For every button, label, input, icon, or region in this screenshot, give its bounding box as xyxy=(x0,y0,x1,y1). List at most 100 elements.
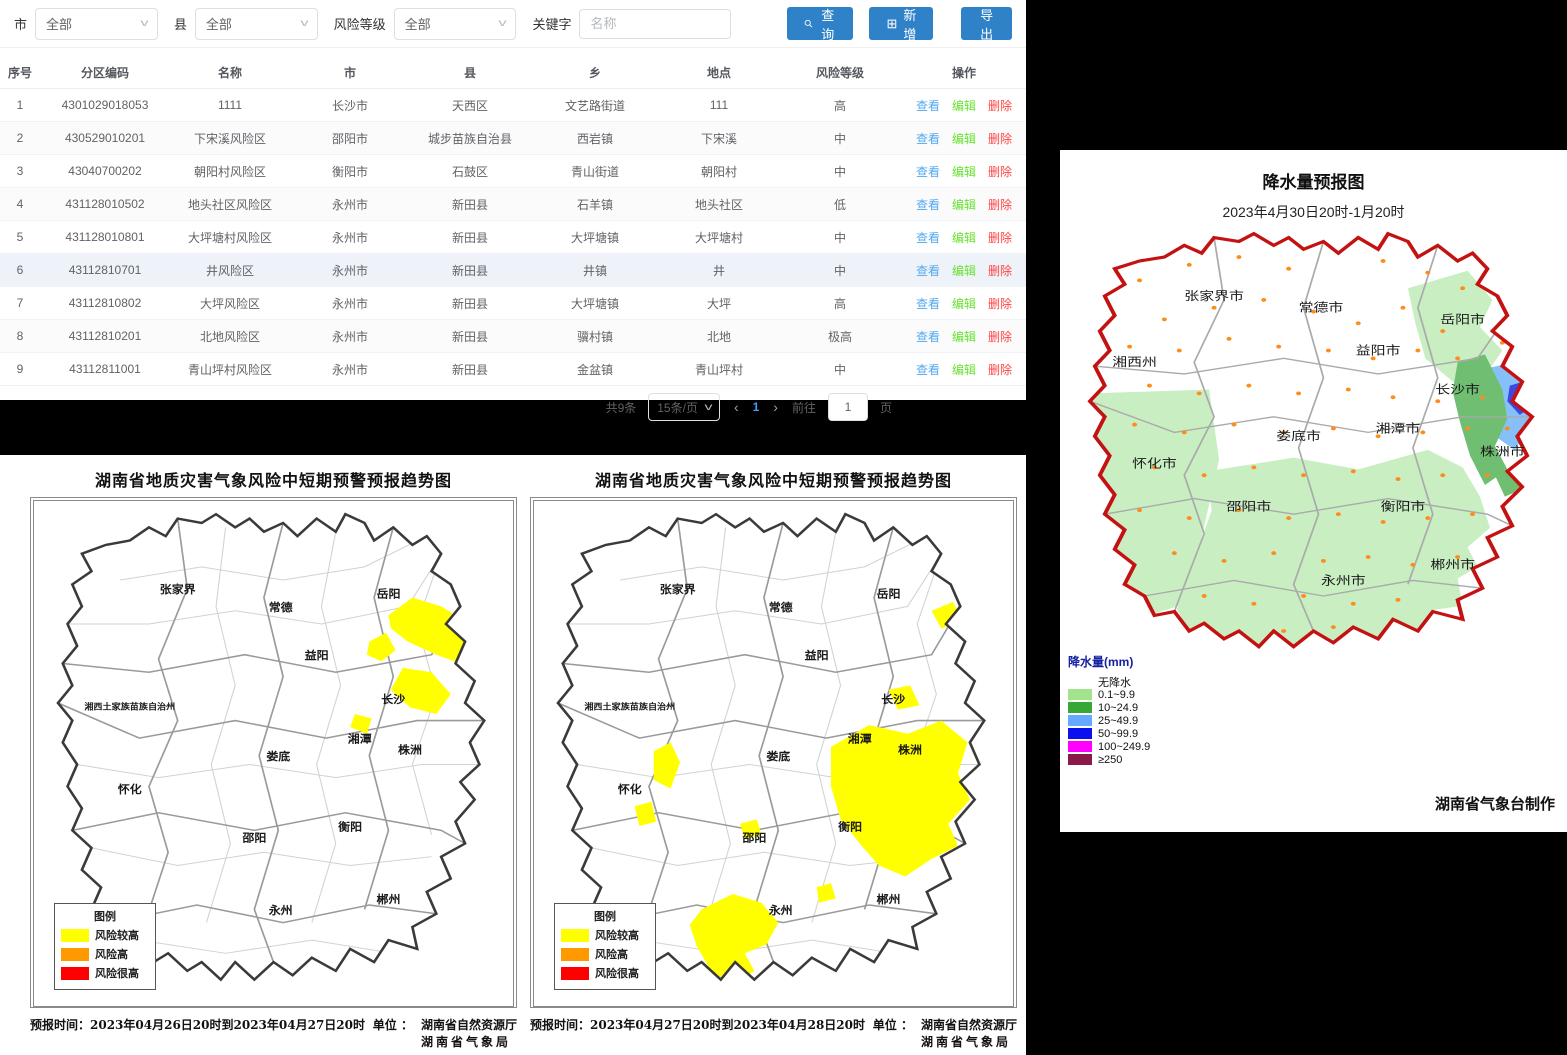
delete-link[interactable]: 删除 xyxy=(988,264,1012,278)
svg-text:益阳: 益阳 xyxy=(305,649,329,662)
table-row[interactable]: 943112811001青山坪村风险区永州市新田县金盆镇青山坪村中查看编辑删除 xyxy=(0,353,1026,386)
edit-link[interactable]: 编辑 xyxy=(952,231,976,245)
next-page-button[interactable]: › xyxy=(771,399,780,415)
table-row[interactable]: 743112810802大坪风险区永州市新田县大坪塘镇大坪高查看编辑删除 xyxy=(0,287,1026,320)
table-row[interactable]: 143010290180531111长沙市天西区文艺路街道111高查看编辑删除 xyxy=(0,89,1026,122)
legend-label: 风险很高 xyxy=(95,965,139,981)
risk-filter-select[interactable]: 全部 v xyxy=(394,8,517,40)
legend-label: 风险高 xyxy=(95,946,128,962)
export-button[interactable]: 导出 xyxy=(961,7,1012,40)
keyword-input[interactable] xyxy=(579,9,731,39)
legend-swatch xyxy=(1068,715,1092,726)
edit-link[interactable]: 编辑 xyxy=(952,264,976,278)
column-header: 乡 xyxy=(530,56,660,89)
edit-link[interactable]: 编辑 xyxy=(952,198,976,212)
view-link[interactable]: 查看 xyxy=(916,165,940,179)
svg-text:长沙: 长沙 xyxy=(881,692,905,705)
svg-text:长沙市: 长沙市 xyxy=(1435,382,1480,396)
edit-link[interactable]: 编辑 xyxy=(952,330,976,344)
legend-swatch xyxy=(561,948,589,961)
edit-link[interactable]: 编辑 xyxy=(952,132,976,146)
legend-swatch xyxy=(561,967,589,980)
table-row[interactable]: 643112810701井风险区永州市新田县井镇井中查看编辑删除 xyxy=(0,254,1026,287)
view-link[interactable]: 查看 xyxy=(916,231,940,245)
edit-link[interactable]: 编辑 xyxy=(952,165,976,179)
view-link[interactable]: 查看 xyxy=(916,297,940,311)
svg-text:邵阳市: 邵阳市 xyxy=(1227,499,1272,513)
legend-label: 10~24.9 xyxy=(1098,702,1138,714)
city-filter-select[interactable]: 全部 v xyxy=(35,8,158,40)
edit-link[interactable]: 编辑 xyxy=(952,363,976,377)
svg-text:娄底: 娄底 xyxy=(266,750,290,763)
forecast-time-2: 预报时间：2023年04月27日20时到2023年04月28日20时 xyxy=(530,1016,865,1050)
column-header: 名称 xyxy=(170,56,290,89)
delete-link[interactable]: 删除 xyxy=(988,198,1012,212)
goto-page-input[interactable] xyxy=(828,393,868,421)
legend-swatch xyxy=(1068,689,1092,700)
view-link[interactable]: 查看 xyxy=(916,363,940,377)
column-header: 操作 xyxy=(902,56,1026,89)
trend-map-2-title: 湖南省地质灾害气象风险中短期预警预报趋势图 xyxy=(530,467,1017,491)
legend-swatch xyxy=(1068,754,1092,765)
filter-bar: 市 全部 v 县 全部 v 风险等级 全部 v 关键字 查询 ⊞ 新增 xyxy=(0,0,1026,48)
risk-filter-label: 风险等级 xyxy=(334,14,386,33)
add-button[interactable]: ⊞ 新增 xyxy=(869,7,933,40)
legend-label: ≥250 xyxy=(1098,754,1122,766)
table-row[interactable]: 343040700202朝阳村风险区衡阳市石鼓区青山街道朝阳村中查看编辑删除 xyxy=(0,155,1026,188)
svg-text:湘潭: 湘潭 xyxy=(848,732,872,745)
delete-link[interactable]: 删除 xyxy=(988,297,1012,311)
unit-line2-1: 湖南省气象局 xyxy=(421,1035,511,1049)
view-link[interactable]: 查看 xyxy=(916,264,940,278)
svg-text:衡阳: 衡阳 xyxy=(838,820,862,833)
view-link[interactable]: 查看 xyxy=(916,132,940,146)
table-row[interactable]: 4431128010502地头社区风险区永州市新田县石羊镇地头社区低查看编辑删除 xyxy=(0,188,1026,221)
column-header: 县 xyxy=(410,56,530,89)
trend-map-2-frame: 岳阳常德张家界湘西土家族苗族自治州益阳长沙湘潭株洲怀化娄底邵阳衡阳永州郴州 图例… xyxy=(530,497,1017,1008)
chevron-down-icon: v xyxy=(704,402,712,413)
rain-map-credit: 湖南省气象台制作 xyxy=(1435,793,1555,814)
delete-link[interactable]: 删除 xyxy=(988,132,1012,146)
current-page[interactable]: 1 xyxy=(753,400,760,414)
delete-link[interactable]: 删除 xyxy=(988,165,1012,179)
svg-text:娄底: 娄底 xyxy=(766,750,790,763)
table-row[interactable]: 2430529010201下宋溪风险区邵阳市城步苗族自治县西岩镇下宋溪中查看编辑… xyxy=(0,122,1026,155)
svg-text:张家界: 张家界 xyxy=(160,583,196,596)
svg-text:常德: 常德 xyxy=(269,600,293,613)
legend-label: 风险高 xyxy=(595,946,628,962)
keyword-label: 关键字 xyxy=(532,14,571,33)
legend-label: 25~49.9 xyxy=(1098,715,1138,727)
legend-label: 风险很高 xyxy=(595,965,639,981)
table-row[interactable]: 843112810201北地风险区永州市新田县骥村镇北地极高查看编辑删除 xyxy=(0,320,1026,353)
page-size-select[interactable]: 15条/页 v xyxy=(648,393,720,421)
query-button[interactable]: 查询 xyxy=(787,7,853,40)
view-link[interactable]: 查看 xyxy=(916,198,940,212)
svg-text:永州: 永州 xyxy=(768,903,793,916)
table-row[interactable]: 5431128010801大坪塘村风险区永州市新田县大坪塘镇大坪塘村中查看编辑删… xyxy=(0,221,1026,254)
svg-text:张家界: 张家界 xyxy=(660,583,696,596)
svg-text:衡阳市: 衡阳市 xyxy=(1381,499,1426,513)
county-filter-value: 全部 xyxy=(206,14,232,33)
prev-page-button[interactable]: ‹ xyxy=(732,399,741,415)
trend-map-figure-1: 湖南省地质灾害气象风险中短期预警预报趋势图 岳阳常德张家界湘西土家族苗族自治州益… xyxy=(30,463,517,1050)
legend-swatch xyxy=(561,929,589,942)
legend-label: 0.1~9.9 xyxy=(1098,689,1135,701)
delete-link[interactable]: 删除 xyxy=(988,330,1012,344)
trend-map-1-title: 湖南省地质灾害气象风险中短期预警预报趋势图 xyxy=(30,467,517,491)
risk-zone-admin-panel: 市 全部 v 县 全部 v 风险等级 全部 v 关键字 查询 ⊞ 新增 xyxy=(0,0,1026,400)
delete-link[interactable]: 删除 xyxy=(988,231,1012,245)
county-filter-select[interactable]: 全部 v xyxy=(195,8,318,40)
edit-link[interactable]: 编辑 xyxy=(952,297,976,311)
delete-link[interactable]: 删除 xyxy=(988,99,1012,113)
trend-map-figure-2: 湖南省地质灾害气象风险中短期预警预报趋势图 岳阳常德张家界湘西土家族苗族自治州益… xyxy=(530,463,1017,1050)
svg-text:邵阳: 邵阳 xyxy=(741,831,766,844)
svg-text:益阳市: 益阳市 xyxy=(1356,343,1401,357)
view-link[interactable]: 查看 xyxy=(916,330,940,344)
legend-swatch xyxy=(61,929,89,942)
goto-label: 前往 xyxy=(792,399,816,416)
edit-link[interactable]: 编辑 xyxy=(952,99,976,113)
svg-text:常德市: 常德市 xyxy=(1299,300,1344,314)
view-link[interactable]: 查看 xyxy=(916,99,940,113)
search-icon xyxy=(804,17,813,30)
trend-map-1-frame: 岳阳常德张家界湘西土家族苗族自治州益阳长沙湘潭株洲怀化娄底邵阳衡阳永州郴州 图例… xyxy=(30,497,517,1008)
delete-link[interactable]: 删除 xyxy=(988,363,1012,377)
